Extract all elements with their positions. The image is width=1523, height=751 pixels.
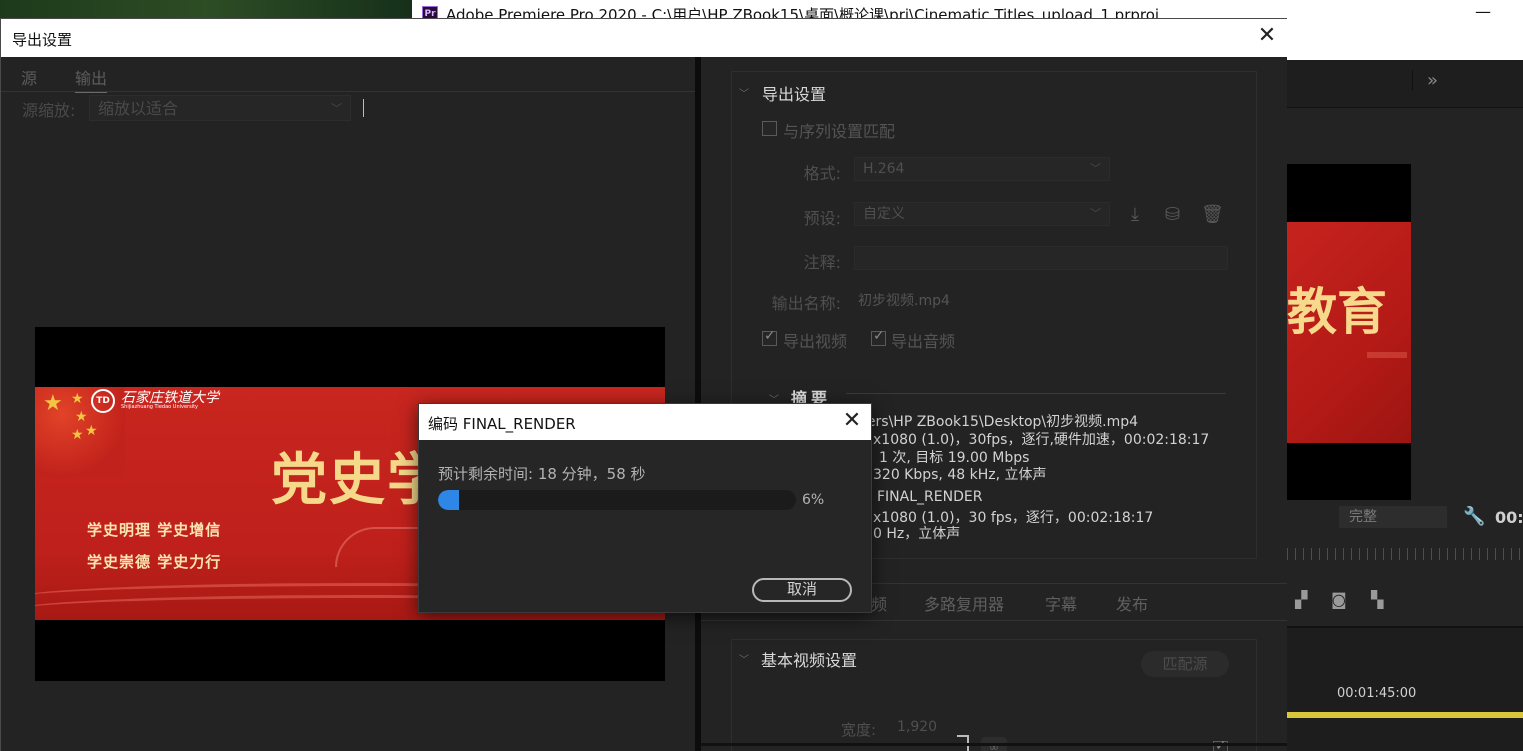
wrench-icon[interactable]: 🔧 — [1463, 506, 1485, 527]
save-preset-icon[interactable]: ⛁ — [1165, 204, 1180, 225]
trim-icon[interactable]: ▞ — [1295, 590, 1307, 609]
gate-decoration — [1367, 352, 1407, 412]
time-remaining-label: 预计剩余时间: 18 分钟，58 秒 — [438, 465, 646, 483]
star-icon: ★ — [71, 427, 84, 443]
school-name-english: Shijiazhuang Tiedao University — [121, 404, 199, 410]
panel-bottom-edge — [701, 743, 1287, 746]
comment-input[interactable] — [854, 246, 1228, 270]
text-caret — [363, 99, 364, 117]
export-video-checkbox[interactable] — [762, 328, 777, 346]
chevron-down-icon: ﹀ — [1090, 207, 1101, 220]
panel-topbar: » — [1287, 60, 1523, 108]
tab-multiplexer[interactable]: 多路复用器 — [924, 591, 1004, 615]
timeline-time-label: 00:01:45:00 — [1337, 686, 1417, 701]
output-name-link[interactable]: 初步视频.mp4 — [858, 290, 950, 310]
chevron-down-icon: ﹀ — [1090, 162, 1101, 175]
source-scale-select[interactable]: 缩放以适合 ﹀ — [89, 95, 351, 121]
cancel-button[interactable]: 取消 — [752, 578, 852, 602]
timeline-track[interactable] — [1287, 712, 1523, 718]
premiere-program-monitor: » 教育 完整 🔧 00: ▞ ◙ ▚ 00:01:45:00 — [1287, 60, 1523, 751]
progress-bar — [438, 490, 796, 510]
tabs-divider — [701, 620, 1287, 621]
comment-label: 注释: — [803, 253, 841, 272]
match-sequence-label: 与序列设置匹配 — [783, 122, 896, 141]
tab-output[interactable]: 输出 — [75, 65, 108, 93]
preset-select[interactable]: 自定义 ﹀ — [854, 202, 1110, 226]
output-name-label: 输出名称: — [771, 294, 841, 313]
summary-line: 0 Hz，立体声 — [873, 526, 961, 542]
timecode-display: 00: — [1495, 508, 1523, 527]
program-preview: 教育 — [1287, 164, 1411, 500]
tab-publish[interactable]: 发布 — [1116, 591, 1148, 615]
export-video-label: 导出视频 — [783, 332, 848, 351]
progress-bar-fill — [438, 490, 460, 510]
trash-icon[interactable]: 🗑 — [1201, 204, 1224, 225]
chevron-down-icon: ﹀ — [331, 102, 342, 115]
camera-icon[interactable]: ◙ — [1331, 590, 1347, 609]
format-label: 格式: — [803, 164, 841, 183]
summary-divider — [846, 393, 1226, 394]
encoding-dialog-titlebar: 编码 FINAL_RENDER ✕ — [419, 404, 871, 440]
tab-captions[interactable]: 字幕 — [1045, 591, 1077, 615]
export-audio-checkbox[interactable] — [871, 328, 886, 346]
compare-view-icon[interactable]: ▚ — [1371, 590, 1383, 609]
import-preset-icon[interactable]: ⤓ — [1131, 204, 1139, 225]
tab-audio[interactable]: 频 — [871, 591, 887, 615]
match-source-button[interactable]: 匹配源 — [1141, 651, 1229, 677]
tab-divider — [1, 91, 695, 92]
star-icon: ★ — [43, 391, 63, 416]
close-icon[interactable]: ✕ — [1255, 24, 1279, 48]
timeline-panel: 00:01:45:00 — [1287, 626, 1523, 751]
tab-source[interactable]: 源 — [21, 65, 37, 89]
program-preview-text: 教育 — [1287, 283, 1387, 341]
time-ruler[interactable] — [1287, 548, 1523, 560]
format-select[interactable]: H.264 ﹀ — [854, 157, 1110, 181]
export-audio-label: 导出音频 — [891, 332, 956, 351]
close-icon[interactable]: ✕ — [839, 408, 865, 434]
match-sequence-checkbox[interactable] — [762, 121, 777, 136]
encoding-dialog-title: 编码 FINAL_RENDER — [428, 415, 576, 433]
playback-quality-select[interactable]: 完整 — [1339, 506, 1447, 528]
preset-label: 预设: — [803, 209, 841, 228]
progress-percent: 6% — [802, 492, 825, 508]
summary-line: x1080 (1.0)，30fps，逐行,硬件加速，00:02:18:17 — [873, 432, 1210, 448]
desktop-background — [0, 0, 412, 20]
width-value[interactable]: 1,920 — [897, 719, 937, 735]
format-value: H.264 — [863, 161, 905, 177]
export-dialog-titlebar: 导出设置 ✕ — [1, 19, 1288, 57]
star-icon: ★ — [85, 423, 98, 439]
star-icon: ★ — [71, 391, 84, 407]
encoding-dialog: 编码 FINAL_RENDER ✕ 预计剩余时间: 18 分钟，58 秒 6% … — [418, 403, 872, 613]
summary-source-line: FINAL_RENDER — [877, 489, 983, 505]
source-scale-value: 缩放以适合 — [98, 99, 179, 118]
width-label: 宽度: — [841, 721, 877, 739]
program-preview-banner: 教育 — [1287, 222, 1411, 443]
preset-value: 自定义 — [863, 206, 905, 222]
export-settings-heading: 导出设置 — [762, 85, 827, 104]
source-scale-label: 源缩放: — [22, 101, 76, 120]
chevron-down-icon[interactable]: ﹀ — [739, 85, 749, 100]
slogan-line-2: 学史崇德 学史力行 — [87, 553, 222, 571]
slogan-line-1: 学史明理 学史增信 — [87, 521, 222, 539]
export-settings-dialog: 导出设置 ✕ 源 输出 源缩放: 缩放以适合 ﹀ ★ ★ ★ ★ ★ TD 石家… — [0, 18, 1288, 751]
expand-panels-icon[interactable]: » — [1412, 70, 1452, 91]
summary-line: 320 Kbps, 48 kHz, 立体声 — [873, 467, 1047, 483]
export-dialog-title: 导出设置 — [12, 31, 73, 49]
minimize-button[interactable]: — — [1475, 2, 1491, 21]
school-logo-icon: TD — [91, 389, 115, 413]
